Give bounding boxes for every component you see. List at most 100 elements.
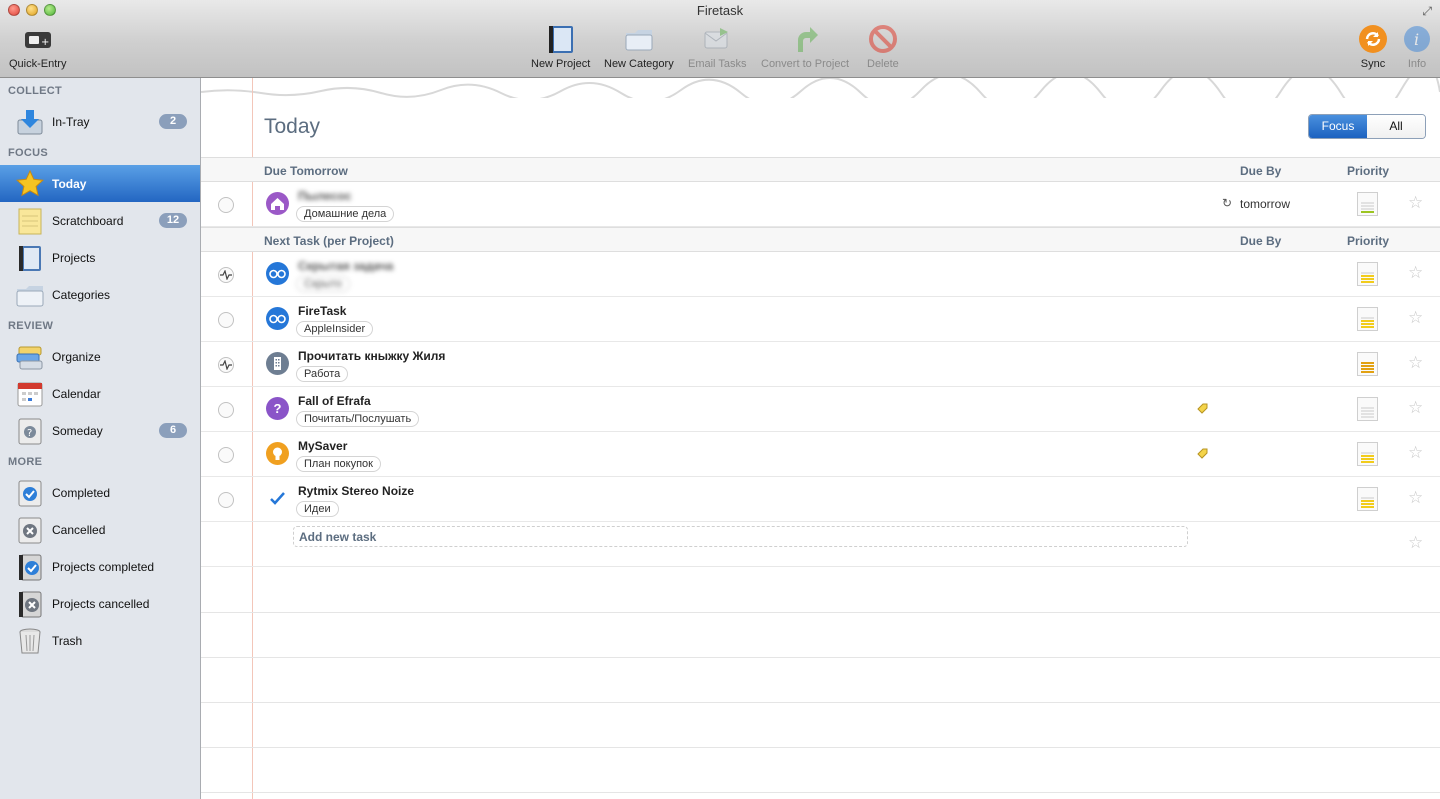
sidebar-header-focus: FOCUS — [8, 147, 48, 159]
priority-indicator[interactable] — [1357, 397, 1378, 421]
organize-icon — [16, 343, 44, 371]
sidebar-item-categories[interactable]: Categories — [0, 276, 200, 313]
star-icon — [16, 169, 44, 198]
sidebar-item-trash[interactable]: Trash — [0, 622, 200, 659]
new-category-label: New Category — [604, 58, 674, 70]
task-checkbox[interactable] — [218, 447, 234, 463]
task-row[interactable]: Пылесос Домашние дела ↻ tomorrow ☆ — [201, 182, 1440, 227]
due-date[interactable]: tomorrow — [1240, 197, 1290, 211]
category-tag[interactable]: План покупок — [296, 456, 381, 472]
priority-column-header[interactable]: Priority — [1347, 164, 1389, 178]
priority-indicator[interactable] — [1357, 192, 1378, 216]
fullscreen-icon[interactable]: ⤢ — [1422, 4, 1432, 19]
sidebar: COLLECT In-Tray 2 FOCUS Today Scratchboa… — [0, 78, 201, 799]
question-icon: ? — [266, 397, 289, 420]
star-icon[interactable]: ☆ — [1408, 353, 1423, 373]
task-checkbox[interactable] — [218, 357, 234, 373]
add-new-task-input[interactable]: Add new task — [293, 526, 1188, 547]
priority-column-header[interactable]: Priority — [1347, 234, 1389, 248]
task-checkbox[interactable] — [218, 267, 234, 283]
sidebar-item-calendar[interactable]: Calendar — [0, 375, 200, 412]
task-title[interactable]: Fall of Efrafa — [298, 394, 371, 408]
category-tag[interactable]: Идеи — [296, 501, 339, 517]
ruled-line — [201, 657, 1440, 658]
inbox-tray-icon — [16, 108, 44, 136]
task-checkbox[interactable] — [218, 492, 234, 508]
count-badge: 2 — [159, 114, 187, 129]
info-button[interactable]: i Info — [1402, 24, 1432, 70]
star-icon[interactable]: ☆ — [1408, 263, 1423, 283]
sidebar-item-in-tray[interactable]: In-Tray 2 — [0, 103, 200, 140]
all-toggle-button[interactable]: All — [1367, 115, 1425, 138]
priority-indicator[interactable] — [1357, 307, 1378, 331]
category-tag[interactable]: Работа — [296, 366, 349, 382]
convert-to-project-button[interactable]: Convert to Project — [761, 24, 849, 70]
sidebar-item-someday[interactable]: ? Someday 6 — [0, 412, 200, 449]
new-project-button[interactable]: New Project — [531, 24, 590, 70]
note-tag-icon[interactable] — [1196, 402, 1209, 415]
quick-entry-button[interactable]: + Quick-Entry — [9, 24, 66, 70]
task-row[interactable]: Прочитать кныжку Жиля Работа ☆ — [201, 342, 1440, 387]
task-title[interactable]: Rytmix Stereo Noize — [298, 484, 414, 498]
task-title[interactable]: FireTask — [298, 304, 346, 318]
task-title[interactable]: MySaver — [298, 439, 347, 453]
sidebar-item-completed[interactable]: Completed — [0, 474, 200, 511]
email-tasks-button[interactable]: Email Tasks — [688, 24, 746, 70]
sync-button[interactable]: Sync — [1358, 24, 1388, 70]
new-category-button[interactable]: New Category — [604, 24, 674, 70]
priority-indicator[interactable] — [1357, 487, 1378, 511]
sidebar-item-cancelled[interactable]: Cancelled — [0, 511, 200, 548]
priority-indicator[interactable] — [1357, 352, 1378, 376]
priority-indicator[interactable] — [1357, 262, 1378, 286]
star-icon[interactable]: ☆ — [1408, 443, 1423, 463]
sidebar-item-projects-cancelled[interactable]: Projects cancelled — [0, 585, 200, 622]
task-checkbox[interactable] — [218, 197, 234, 213]
task-row[interactable]: ? Fall of Efrafa Почитать/Послушать ☆ — [201, 387, 1440, 432]
note-tag-icon[interactable] — [1196, 447, 1209, 460]
priority-bar — [1361, 202, 1374, 204]
category-tag[interactable]: Домашние дела — [296, 206, 395, 222]
task-checkbox[interactable] — [218, 402, 234, 418]
task-row[interactable]: MySaver План покупок ☆ — [201, 432, 1440, 477]
focus-toggle-button[interactable]: Focus — [1309, 115, 1367, 138]
task-row[interactable]: FireTask AppleInsider ☆ — [201, 297, 1440, 342]
due-by-column-header[interactable]: Due By — [1240, 164, 1281, 178]
projects-cancelled-icon — [16, 590, 44, 618]
sidebar-header-more: MORE — [8, 456, 43, 468]
sidebar-item-projects[interactable]: Projects — [0, 239, 200, 276]
sidebar-item-label: Scratchboard — [52, 213, 124, 228]
sidebar-item-projects-completed[interactable]: Projects completed — [0, 548, 200, 585]
ruled-line — [201, 612, 1440, 613]
new-project-label: New Project — [531, 58, 591, 70]
sidebar-item-scratchboard[interactable]: Scratchboard 12 — [0, 202, 200, 239]
category-tag[interactable]: Скрыто — [296, 276, 350, 292]
task-row[interactable]: Скрытая задача Скрыто ☆ — [201, 252, 1440, 297]
delete-button[interactable]: Delete — [867, 24, 899, 70]
task-title[interactable]: Пылесос — [298, 189, 351, 203]
notepad-icon — [16, 207, 44, 235]
priority-indicator[interactable] — [1357, 442, 1378, 466]
task-title[interactable]: Скрытая задача — [298, 259, 393, 273]
sidebar-item-today[interactable]: Today — [0, 165, 200, 202]
priority-bar — [1361, 362, 1374, 364]
folder-icon — [16, 281, 44, 309]
svg-text:i: i — [1414, 30, 1419, 49]
task-checkbox[interactable] — [218, 312, 234, 328]
star-icon[interactable]: ☆ — [1408, 398, 1423, 418]
category-tag[interactable]: Почитать/Послушать — [296, 411, 420, 427]
task-row[interactable]: Rytmix Stereo Noize Идеи ☆ — [201, 477, 1440, 522]
star-icon[interactable]: ☆ — [1408, 308, 1423, 328]
priority-bar — [1361, 281, 1374, 283]
task-title[interactable]: Прочитать кныжку Жиля — [298, 349, 445, 363]
torn-paper-edge — [201, 78, 1440, 98]
sidebar-item-label: Cancelled — [52, 522, 106, 537]
sidebar-item-label: Trash — [52, 633, 83, 648]
due-by-column-header[interactable]: Due By — [1240, 234, 1281, 248]
star-icon[interactable]: ☆ — [1408, 488, 1423, 508]
star-icon[interactable]: ☆ — [1408, 193, 1423, 213]
sidebar-item-organize[interactable]: Organize — [0, 338, 200, 375]
count-badge: 6 — [159, 423, 187, 438]
category-tag[interactable]: AppleInsider — [296, 321, 374, 337]
star-icon[interactable]: ☆ — [1408, 533, 1423, 553]
ruled-line — [201, 792, 1440, 793]
